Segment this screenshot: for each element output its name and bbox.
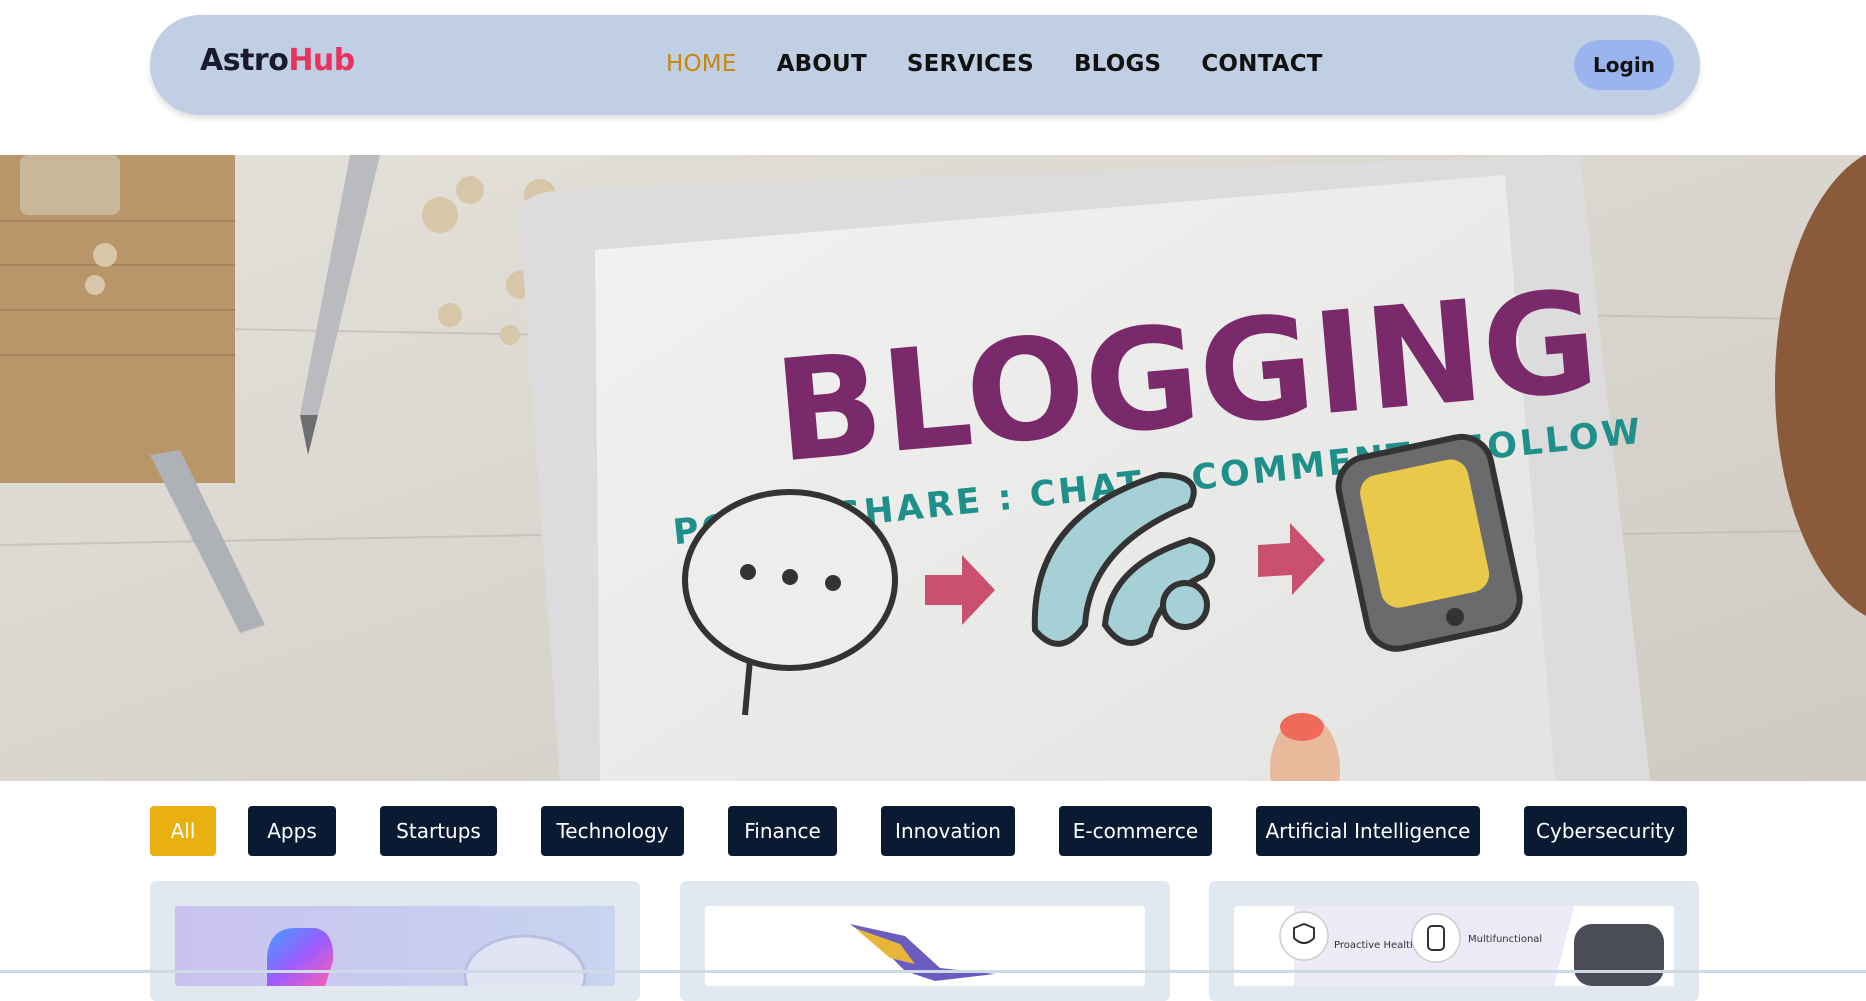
category-all[interactable]: All <box>150 806 216 856</box>
nav-blogs[interactable]: BLOGS <box>1074 51 1161 77</box>
category-filter: All Apps Startups Technology Finance Inn… <box>150 806 1700 856</box>
category-ecommerce[interactable]: E-commerce <box>1059 806 1212 856</box>
category-finance[interactable]: Finance <box>728 806 837 856</box>
card-image: Proactive Healthcare Multifunctional <box>1234 906 1674 986</box>
smartwatch-image: Proactive Healthcare Multifunctional <box>1234 906 1674 986</box>
navbar: AstroHub HOME ABOUT SERVICES BLOGS CONTA… <box>150 15 1700 115</box>
nav-contact[interactable]: CONTACT <box>1201 51 1322 77</box>
category-apps[interactable]: Apps <box>248 806 336 856</box>
category-artificial-intelligence[interactable]: Artificial Intelligence <box>1256 806 1480 856</box>
category-startups[interactable]: Startups <box>380 806 497 856</box>
tablet: BLOGGING POST : SHARE : CHAT : COMMENT :… <box>518 155 1651 781</box>
category-innovation[interactable]: Innovation <box>881 806 1015 856</box>
hero-banner: BLOGGING POST : SHARE : CHAT : COMMENT :… <box>0 155 1866 781</box>
blog-card[interactable]: Proactive Healthcare Multifunctional <box>1209 881 1699 1001</box>
copilot-logo-image <box>175 906 615 986</box>
card-image <box>705 906 1145 986</box>
nav-home[interactable]: HOME <box>666 51 737 77</box>
feature-label: Multifunctional <box>1468 934 1542 945</box>
logo-astro: Astro <box>200 43 289 78</box>
blog-card[interactable] <box>150 881 640 1001</box>
category-cybersecurity[interactable]: Cybersecurity <box>1524 806 1687 856</box>
blog-card[interactable] <box>680 881 1170 1001</box>
nav-services[interactable]: SERVICES <box>907 51 1034 77</box>
hummingbird-logo-image <box>705 906 1145 986</box>
category-technology[interactable]: Technology <box>541 806 684 856</box>
main-nav: HOME ABOUT SERVICES BLOGS CONTACT <box>666 51 1323 77</box>
logo-hub: Hub <box>288 43 355 78</box>
card-image <box>175 906 615 986</box>
login-button[interactable]: Login <box>1574 40 1674 90</box>
hero-image: BLOGGING POST : SHARE : CHAT : COMMENT :… <box>0 155 1866 781</box>
nav-about[interactable]: ABOUT <box>777 51 867 77</box>
site-logo[interactable]: AstroHub <box>200 43 355 78</box>
